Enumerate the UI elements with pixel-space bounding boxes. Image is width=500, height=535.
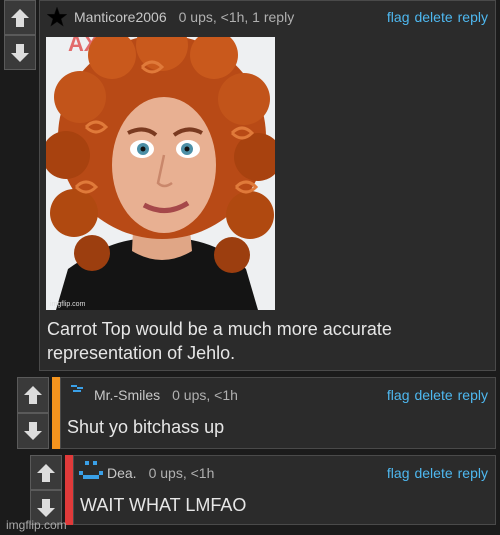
comment-panel: Dea. 0 ups, <1h flag delete reply WAIT WHAT… [73, 455, 496, 525]
upvote-button[interactable] [30, 455, 62, 490]
arrow-up-icon [11, 8, 29, 27]
flag-link[interactable]: flag [387, 9, 410, 25]
arrow-up-icon [24, 386, 42, 404]
comment-panel: Mr.-Smiles 0 ups, <1h flag delete reply Shu… [60, 377, 496, 449]
arrow-down-icon [24, 422, 42, 440]
reply-accent-bar [52, 377, 60, 449]
reply-link[interactable]: reply [458, 465, 488, 481]
comment-actions: flag delete reply [382, 465, 488, 481]
site-watermark: imgflip.com [6, 518, 67, 532]
reply-link[interactable]: reply [458, 9, 488, 25]
delete-link[interactable]: delete [414, 465, 452, 481]
comment-text: Shut yo bitchass up [67, 417, 225, 437]
comment-2: Mr.-Smiles 0 ups, <1h flag delete reply Shu… [17, 377, 496, 449]
arrow-up-icon [37, 463, 55, 482]
comment-actions: flag delete reply [382, 9, 488, 25]
username[interactable]: Manticore2006 [74, 9, 167, 25]
username[interactable]: Dea. [107, 465, 137, 481]
image-watermark: imgflip.com [50, 301, 86, 308]
arrow-down-icon [11, 43, 29, 62]
comment-image[interactable]: AX AY [46, 37, 275, 310]
comment-meta: Mr.-Smiles 0 ups, <1h [94, 387, 238, 403]
reply-accent-bar [65, 455, 73, 525]
comment-meta: Manticore2006 0 ups, <1h, 1 reply [74, 9, 294, 25]
comment-meta: Dea. 0 ups, <1h [107, 465, 214, 481]
downvote-button[interactable] [4, 35, 36, 70]
comment-text: WAIT WHAT LMFAO [80, 495, 247, 515]
upvote-button[interactable] [17, 377, 49, 413]
arrow-down-icon [37, 498, 55, 517]
reply-link[interactable]: reply [458, 387, 488, 403]
upvote-button[interactable] [4, 0, 36, 35]
comment-panel: Manticore2006 0 ups, <1h, 1 reply flag del… [39, 0, 496, 371]
flag-link[interactable]: flag [387, 387, 410, 403]
comment-text: Carrot Top would be a much more accurate… [47, 319, 392, 363]
comment-1: Manticore2006 0 ups, <1h, 1 reply flag del… [4, 0, 496, 371]
delete-link[interactable]: delete [414, 9, 452, 25]
star-icon [46, 6, 68, 27]
comment-stats: 0 ups, <1h [172, 387, 238, 403]
comment-stats: 0 ups, <1h, 1 reply [178, 9, 295, 25]
username[interactable]: Mr.-Smiles [94, 387, 160, 403]
avatar-icon [79, 461, 103, 479]
delete-link[interactable]: delete [414, 387, 452, 403]
comment-actions: flag delete reply [382, 387, 488, 403]
comment-3: Dea. 0 ups, <1h flag delete reply WAIT WHAT… [30, 455, 496, 525]
flag-link[interactable]: flag [387, 465, 410, 481]
comment-stats: 0 ups, <1h [148, 465, 215, 481]
downvote-button[interactable] [17, 413, 49, 449]
portrait-image: AX AY [46, 37, 275, 310]
avatar-icon [71, 385, 83, 392]
